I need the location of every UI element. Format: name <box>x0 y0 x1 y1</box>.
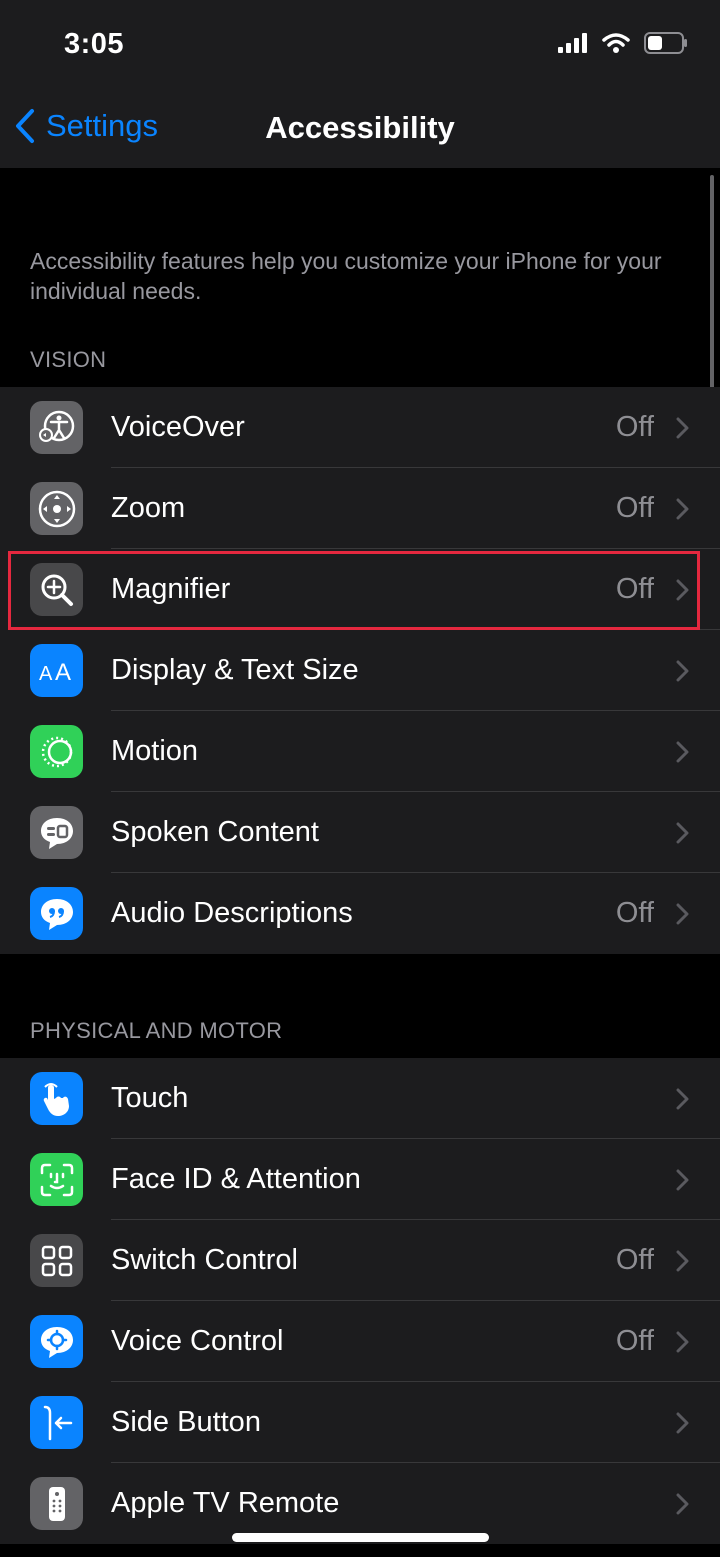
chevron-right-icon <box>676 1412 689 1434</box>
row-label: VoiceOver <box>111 411 245 443</box>
row-label: Face ID & Attention <box>111 1163 361 1195</box>
row-value: Off <box>615 411 654 443</box>
section-header-physical-motor: PHYSICAL AND MOTOR <box>30 1018 283 1043</box>
side-button-icon <box>30 1396 83 1449</box>
status-bar: 3:05 <box>0 0 720 90</box>
wifi-icon <box>602 33 630 53</box>
chevron-right-icon <box>676 903 689 925</box>
chevron-right-icon <box>676 822 689 844</box>
chevron-right-icon <box>676 498 689 520</box>
audio-descriptions-icon <box>30 887 83 940</box>
chevron-right-icon <box>676 660 689 682</box>
status-icons <box>558 32 688 54</box>
chevron-right-icon <box>676 1331 689 1353</box>
motion-icon <box>30 725 83 778</box>
physical-motor-group: Touch Face ID & Attention Switch Control… <box>0 1058 720 1544</box>
row-label: Apple TV Remote <box>111 1487 340 1519</box>
chevron-right-icon <box>676 1088 689 1110</box>
intro-description: Accessibility features help you customiz… <box>30 248 662 304</box>
text-size-icon: A A <box>30 644 83 697</box>
row-value: Off <box>615 1325 654 1357</box>
row-touch[interactable]: Touch <box>0 1058 720 1139</box>
row-apple-tv-remote[interactable]: Apple TV Remote <box>0 1463 720 1544</box>
remote-icon <box>30 1477 83 1530</box>
row-value: Off <box>615 573 654 605</box>
row-voice-control[interactable]: Voice Control Off <box>0 1301 720 1382</box>
chevron-right-icon <box>676 417 689 439</box>
spoken-content-icon <box>30 806 83 859</box>
row-value: Off <box>615 897 654 929</box>
row-voiceover[interactable]: VoiceOver Off <box>0 387 720 468</box>
row-spoken-content[interactable]: Spoken Content <box>0 792 720 873</box>
switch-control-icon <box>30 1234 83 1287</box>
row-label: Switch Control <box>111 1244 298 1276</box>
row-label: Voice Control <box>111 1325 284 1357</box>
row-value: Off <box>615 1244 654 1276</box>
row-display-text-size[interactable]: A A Display & Text Size <box>0 630 720 711</box>
svg-text:A: A <box>55 659 71 686</box>
row-value: Off <box>615 492 654 524</box>
chevron-right-icon <box>676 741 689 763</box>
chevron-right-icon <box>676 1250 689 1272</box>
row-magnifier[interactable]: Magnifier Off <box>0 549 720 630</box>
status-time: 3:05 <box>64 28 125 60</box>
battery-icon <box>644 32 687 54</box>
voiceover-icon <box>30 401 83 454</box>
row-label: Motion <box>111 735 199 767</box>
home-indicator[interactable] <box>232 1533 489 1542</box>
row-switch-control[interactable]: Switch Control Off <box>0 1220 720 1301</box>
svg-text:A: A <box>39 663 53 685</box>
zoom-icon <box>30 482 83 535</box>
touch-icon <box>30 1072 83 1125</box>
navigation-bar: Settings Accessibility <box>0 90 720 168</box>
row-zoom[interactable]: Zoom Off <box>0 468 720 549</box>
row-label: Audio Descriptions <box>111 897 353 929</box>
row-label: Display & Text Size <box>111 654 359 686</box>
row-face-id[interactable]: Face ID & Attention <box>0 1139 720 1220</box>
magnifier-icon <box>30 563 83 616</box>
row-motion[interactable]: Motion <box>0 711 720 792</box>
row-audio-descriptions[interactable]: Audio Descriptions Off <box>0 873 720 954</box>
row-side-button[interactable]: Side Button <box>0 1382 720 1463</box>
face-id-icon <box>30 1153 83 1206</box>
voice-control-icon <box>30 1315 83 1368</box>
chevron-right-icon <box>676 1493 689 1515</box>
chevron-right-icon <box>676 579 689 601</box>
row-label: Touch <box>111 1082 189 1114</box>
section-header-vision: VISION <box>30 347 107 372</box>
page-title: Accessibility <box>265 110 455 145</box>
row-label: Magnifier <box>111 573 231 605</box>
vision-group: VoiceOver Off Zoom Off Magnifier Off A A… <box>0 387 720 954</box>
cellular-signal-icon <box>558 33 587 53</box>
row-label: Zoom <box>111 492 186 524</box>
row-label: Spoken Content <box>111 816 319 848</box>
chevron-right-icon <box>676 1169 689 1191</box>
row-label: Side Button <box>111 1406 261 1438</box>
